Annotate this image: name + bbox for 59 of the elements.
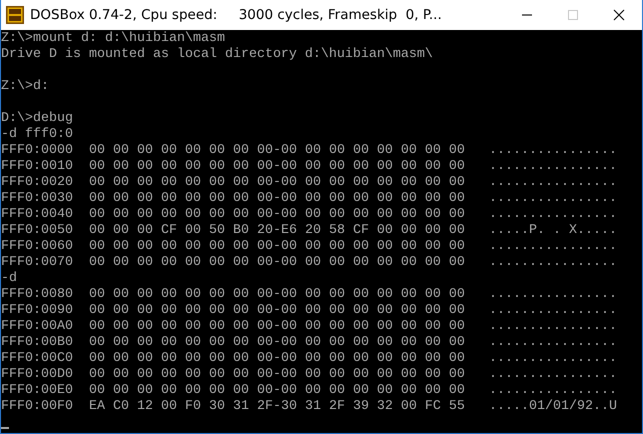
hex-bytes: 00 00 00 00 00 00 00 00-00 00 00 00 00 00 00 00 bbox=[89, 143, 466, 159]
ascii-text: ................ bbox=[489, 335, 617, 351]
memory-address: FFF0:00A0 bbox=[1, 319, 74, 335]
ascii-text: ................ bbox=[489, 191, 617, 207]
memory-address: FFF0:00E0 bbox=[1, 383, 74, 399]
hex-bytes: 00 00 00 00 00 00 00 00-00 00 00 00 00 00 00 00 bbox=[89, 335, 466, 351]
hex-bytes: 00 00 00 00 00 00 00 00-00 00 00 00 00 00 00 00 bbox=[89, 287, 466, 303]
hex-bytes: 00 00 00 00 00 00 00 00-00 00 00 00 00 00 00 00 bbox=[89, 239, 466, 255]
window-title: DOSBox 0.74-2, Cpu speed: 3000 cycles, Frameskip 0, P... bbox=[30, 7, 443, 23]
ascii-text: ................ bbox=[489, 367, 617, 383]
ascii-text: ................ bbox=[489, 255, 617, 271]
hex-bytes: 00 00 00 00 00 00 00 00-00 00 00 00 00 00 00 00 bbox=[89, 159, 466, 175]
memory-address: FFF0:0000 bbox=[1, 143, 74, 159]
text-cursor bbox=[1, 427, 9, 429]
ascii-text: ................ bbox=[489, 287, 617, 303]
console-line: D:\>debug bbox=[1, 111, 73, 127]
console-line: -d bbox=[1, 271, 17, 287]
memory-address: FFF0:00B0 bbox=[1, 335, 74, 351]
ascii-text: ................ bbox=[489, 383, 617, 399]
hex-bytes: 00 00 00 00 00 00 00 00-00 00 00 00 00 00 00 00 bbox=[89, 367, 466, 383]
hex-bytes: 00 00 00 00 00 00 00 00-00 00 00 00 00 00 00 00 bbox=[89, 255, 466, 271]
console-line: Z:\>d: bbox=[1, 79, 49, 95]
memory-address: FFF0:0060 bbox=[1, 239, 74, 255]
close-icon bbox=[613, 9, 625, 21]
hex-bytes: 00 00 00 00 00 00 00 00-00 00 00 00 00 00 00 00 bbox=[89, 175, 466, 191]
memory-address: FFF0:0020 bbox=[1, 175, 74, 191]
console-line: Drive D is mounted as local directory d:\huibian\masm\ bbox=[1, 47, 433, 63]
ascii-text: ................ bbox=[489, 303, 617, 319]
ascii-text: ................ bbox=[489, 159, 617, 175]
hex-bytes: 00 00 00 00 00 00 00 00-00 00 00 00 00 00 00 00 bbox=[89, 383, 466, 399]
memory-address: FFF0:0040 bbox=[1, 207, 74, 223]
memory-address: FFF0:00C0 bbox=[1, 351, 74, 367]
memory-address: FFF0:00D0 bbox=[1, 367, 74, 383]
console-line: -d fff0:0 bbox=[1, 127, 73, 143]
memory-address: FFF0:0070 bbox=[1, 255, 74, 271]
hex-bytes: 00 00 00 00 00 00 00 00-00 00 00 00 00 00 00 00 bbox=[89, 191, 466, 207]
hex-bytes: 00 00 00 CF 00 50 B0 20-E6 20 58 CF 00 00 00 00 bbox=[89, 223, 466, 239]
app-logo-icon bbox=[6, 6, 24, 24]
hex-bytes: 00 00 00 00 00 00 00 00-00 00 00 00 00 00 00 00 bbox=[89, 319, 466, 335]
hex-bytes: 00 00 00 00 00 00 00 00-00 00 00 00 00 00 00 00 bbox=[89, 303, 466, 319]
hex-bytes: 00 00 00 00 00 00 00 00-00 00 00 00 00 00 00 00 bbox=[89, 207, 466, 223]
memory-address: FFF0:0090 bbox=[1, 303, 74, 319]
ascii-text: ................ bbox=[489, 207, 617, 223]
console-line: Z:\>mount d: d:\huibian\masm bbox=[1, 31, 225, 47]
ascii-text: ................ bbox=[489, 319, 617, 335]
memory-address: FFF0:0030 bbox=[1, 191, 74, 207]
memory-address: FFF0:0080 bbox=[1, 287, 74, 303]
hex-bytes: 00 00 00 00 00 00 00 00-00 00 00 00 00 00 00 00 bbox=[89, 351, 466, 367]
ascii-text: ................ bbox=[489, 175, 617, 191]
ascii-text: .....P. . X..... bbox=[489, 223, 617, 239]
memory-address: FFF0:0050 bbox=[1, 223, 74, 239]
ascii-text: ................ bbox=[489, 143, 617, 159]
ascii-text: ................ bbox=[489, 239, 617, 255]
memory-address: FFF0:00F0 bbox=[1, 399, 74, 415]
ascii-text: .....01/01/92..U bbox=[489, 399, 617, 415]
memory-address: FFF0:0010 bbox=[1, 159, 74, 175]
ascii-text: ................ bbox=[489, 351, 617, 367]
maximize-icon bbox=[567, 9, 579, 21]
hex-bytes: EA C0 12 00 F0 30 31 2F-30 31 2F 39 32 00 FC 55 bbox=[89, 399, 466, 415]
